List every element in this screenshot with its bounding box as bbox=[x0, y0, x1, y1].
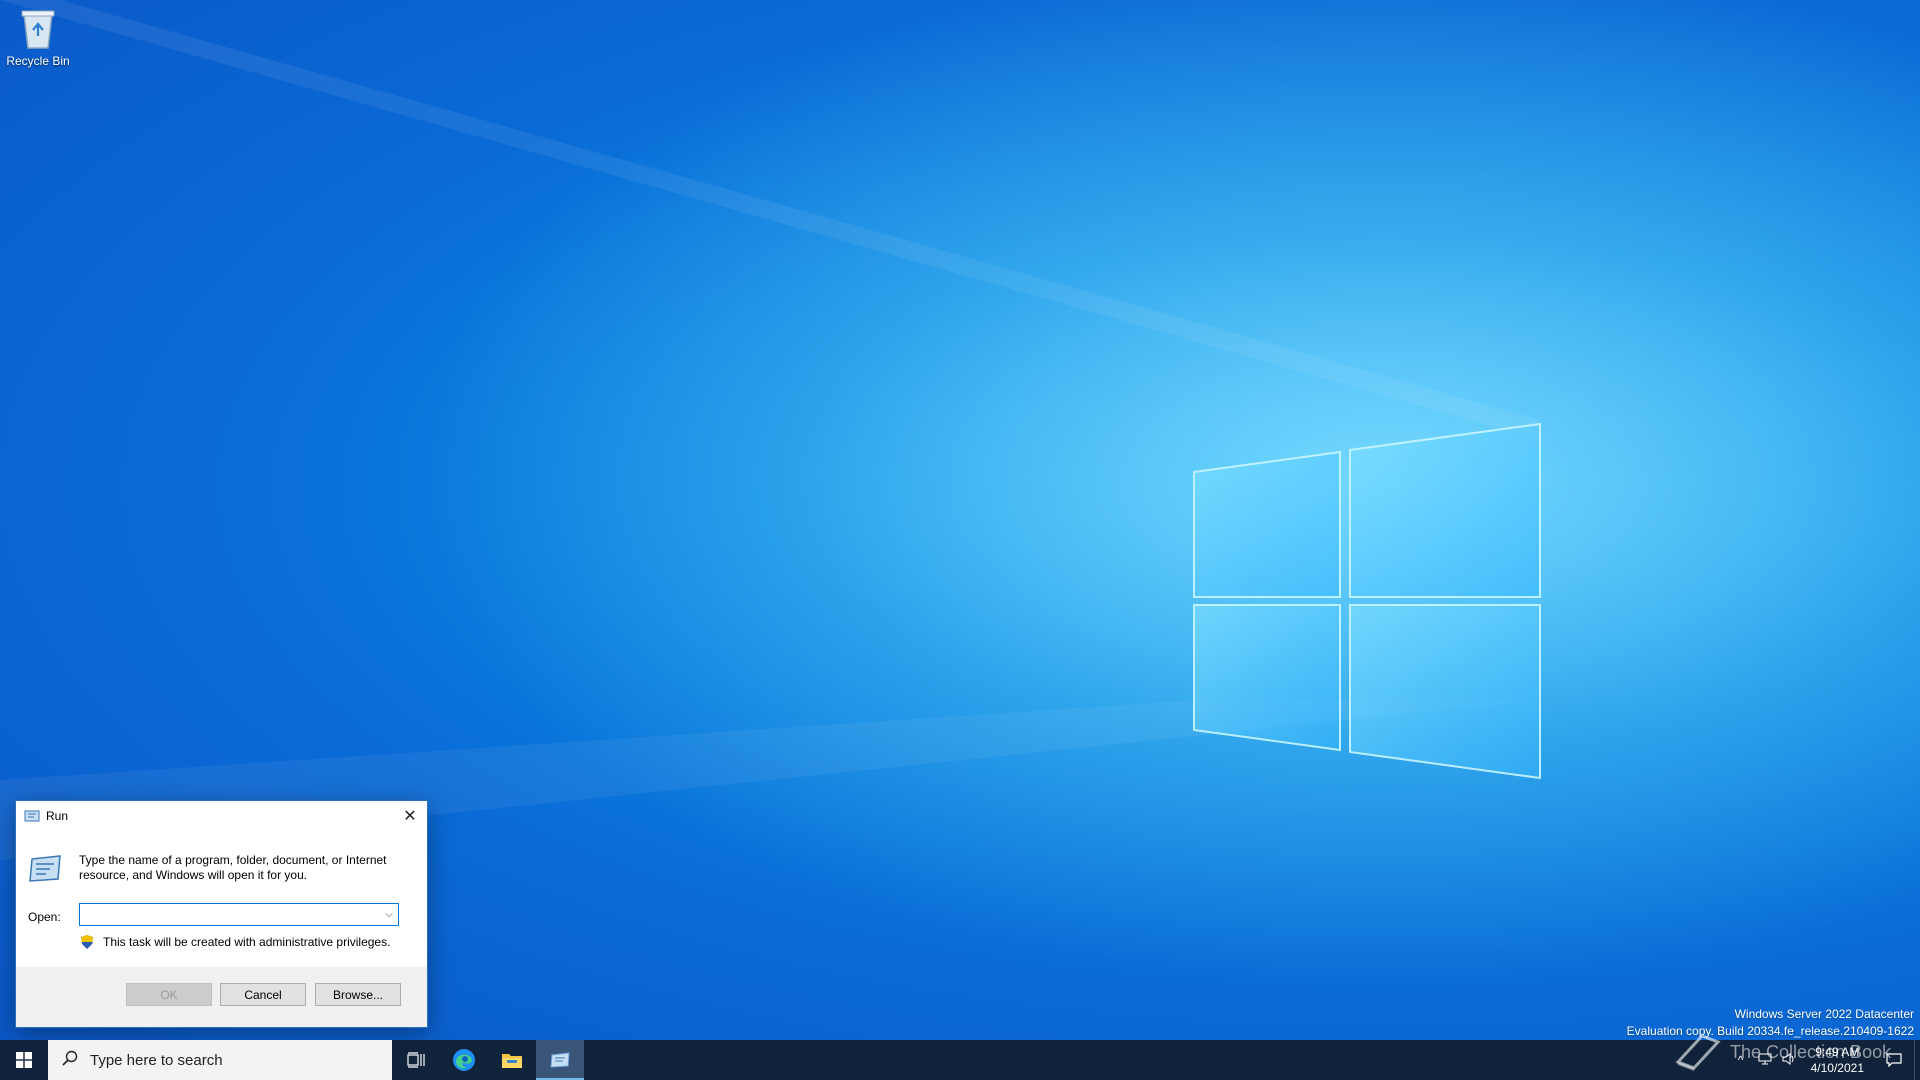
book-icon bbox=[1675, 1034, 1721, 1071]
edge-taskbar-button[interactable] bbox=[440, 1040, 488, 1080]
close-icon[interactable]: ✕ bbox=[393, 801, 427, 831]
recycle-bin-icon bbox=[18, 6, 58, 50]
run-footer: OK Cancel Browse... bbox=[16, 967, 427, 1027]
edge-icon bbox=[453, 1049, 475, 1071]
file-explorer-taskbar-button[interactable] bbox=[488, 1040, 536, 1080]
open-input[interactable] bbox=[80, 904, 380, 925]
run-body: Type the name of a program, folder, docu… bbox=[16, 831, 427, 967]
search-icon bbox=[62, 1050, 78, 1070]
cancel-button[interactable]: Cancel bbox=[220, 983, 306, 1006]
file-explorer-icon bbox=[502, 1054, 522, 1068]
task-view-icon bbox=[407, 1052, 425, 1068]
ok-button[interactable]: OK bbox=[126, 983, 212, 1006]
taskbar: Type here to search ^ 9:49 AM 4/10/2021 bbox=[0, 1040, 1920, 1080]
shield-icon bbox=[79, 934, 95, 950]
run-titlebar[interactable]: Run ✕ bbox=[16, 801, 427, 831]
taskbar-search-box[interactable]: Type here to search bbox=[48, 1040, 392, 1080]
admin-privileges-note: This task will be created with administr… bbox=[79, 934, 390, 950]
browse-button[interactable]: Browse... bbox=[315, 983, 401, 1006]
brand-overlay: The Collection Book bbox=[1672, 1032, 1891, 1072]
admin-note-text: This task will be created with administr… bbox=[103, 935, 391, 949]
run-program-icon bbox=[28, 853, 62, 883]
watermark-edition: Windows Server 2022 Datacenter bbox=[1734, 1007, 1914, 1021]
chevron-down-icon[interactable]: ⌵ bbox=[380, 909, 398, 920]
open-label: Open: bbox=[28, 910, 61, 924]
run-icon bbox=[24, 809, 40, 823]
run-title: Run bbox=[46, 809, 69, 823]
brand-overlay-text: The Collection Book bbox=[1730, 1041, 1892, 1062]
run-dialog: Run ✕ Type the name of a program, folder… bbox=[15, 800, 428, 1028]
task-view-button[interactable] bbox=[392, 1040, 440, 1080]
run-description: Type the name of a program, folder, docu… bbox=[79, 853, 387, 882]
run-icon bbox=[550, 1052, 570, 1068]
open-combobox[interactable]: ⌵ bbox=[79, 903, 399, 926]
desktop-icon-recycle-bin[interactable]: Recycle Bin bbox=[4, 6, 72, 68]
run-taskbar-button[interactable] bbox=[536, 1040, 584, 1080]
start-button[interactable] bbox=[0, 1040, 48, 1080]
search-placeholder: Type here to search bbox=[90, 1051, 223, 1069]
windows-logo-icon bbox=[16, 1052, 32, 1068]
show-desktop-button[interactable] bbox=[1914, 1040, 1920, 1080]
recycle-bin-label: Recycle Bin bbox=[6, 54, 70, 68]
